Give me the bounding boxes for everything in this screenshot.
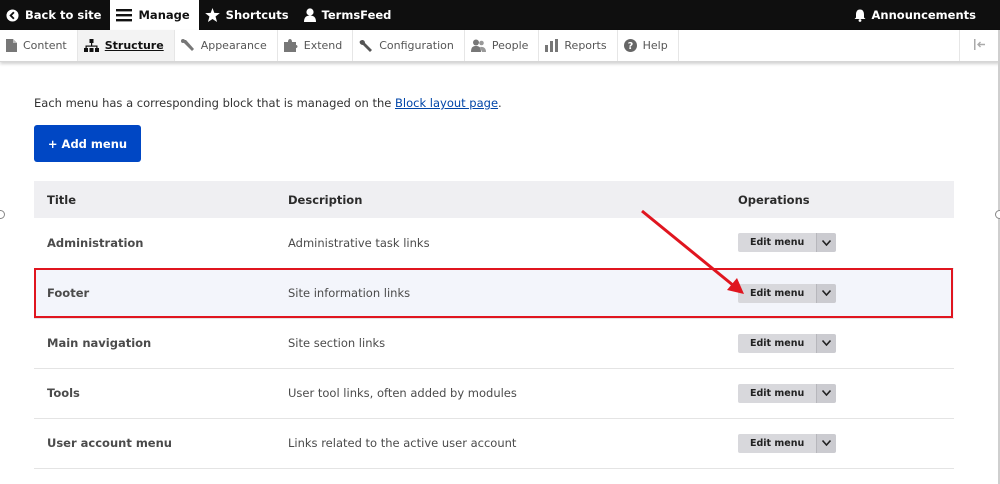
column-header-title: Title	[47, 192, 77, 207]
manage-tab[interactable]: Manage	[110, 0, 199, 30]
shortcuts-label: Shortcuts	[225, 8, 289, 22]
table-row: Administration Administrative task links…	[34, 218, 954, 269]
manage-label: Manage	[138, 8, 190, 22]
intro-text-end: .	[498, 96, 502, 110]
operations-toggle[interactable]	[816, 433, 837, 453]
file-icon	[6, 39, 17, 52]
menu-title: User account menu	[34, 418, 288, 469]
operations-cell: Edit menu	[738, 318, 954, 369]
operations-dropbutton: Edit menu	[738, 383, 837, 403]
tray-item-structure[interactable]: Structure	[77, 30, 175, 61]
wrench-icon	[359, 39, 373, 53]
menus-table: Title Description Operations Administrat…	[34, 181, 954, 469]
menu-title: Footer	[34, 268, 288, 319]
operations-cell: Edit menu	[738, 218, 954, 269]
collapse-tray-toggle[interactable]	[959, 30, 1000, 61]
menu-title: Tools	[34, 368, 288, 419]
table-row: Footer Site information links Edit menu	[34, 268, 954, 319]
menu-description: Administrative task links	[288, 218, 738, 269]
tray-item-label: Appearance	[200, 39, 267, 52]
tray-item-label: Extend	[303, 39, 343, 52]
resize-handle-right[interactable]	[995, 210, 1000, 219]
operations-toggle[interactable]	[816, 233, 837, 253]
operations-toggle[interactable]	[816, 333, 837, 353]
shortcuts-tab[interactable]: Shortcuts	[199, 0, 298, 30]
operations-cell: Edit menu	[738, 268, 954, 319]
announcements-tab[interactable]: Announcements	[848, 0, 1000, 30]
table-header-row: Title Description Operations	[34, 181, 954, 218]
user-icon	[303, 8, 316, 22]
tray-item-reports[interactable]: Reports	[539, 30, 618, 61]
block-layout-link[interactable]: Block layout page	[395, 96, 498, 110]
menu-title: Main navigation	[34, 318, 288, 369]
chevron-down-icon	[822, 440, 832, 446]
user-label: TermsFeed	[321, 8, 392, 22]
tray-item-extend[interactable]: Extend	[278, 30, 354, 61]
tray-item-content[interactable]: Content	[0, 30, 78, 61]
edit-menu-button[interactable]: Edit menu	[738, 283, 817, 303]
resize-handle-left[interactable]	[0, 210, 5, 219]
back-to-site-link[interactable]: Back to site	[0, 0, 110, 30]
chevron-down-icon	[822, 239, 832, 246]
operations-dropbutton: Edit menu	[738, 333, 837, 353]
bar-chart-icon	[545, 39, 559, 52]
tray-item-label: Content	[23, 39, 67, 52]
column-header-description: Description	[288, 192, 363, 207]
tray-item-configuration[interactable]: Configuration	[353, 30, 465, 61]
table-row: Tools User tool links, often added by mo…	[34, 368, 954, 419]
tray-item-appearance[interactable]: Appearance	[175, 30, 278, 61]
intro-text: Each menu has a corresponding block that…	[34, 96, 502, 110]
column-header-operations: Operations	[738, 192, 810, 207]
hamburger-icon	[116, 8, 133, 22]
chevron-down-icon	[822, 290, 832, 296]
help-icon: ?	[623, 39, 637, 52]
edit-menu-button[interactable]: Edit menu	[738, 433, 817, 453]
operations-cell: Edit menu	[738, 368, 954, 419]
operations-dropbutton: Edit menu	[738, 233, 837, 253]
menu-title: Administration	[34, 218, 288, 269]
chevron-down-icon	[822, 340, 832, 346]
menu-description: User tool links, often added by modules	[288, 368, 738, 419]
edit-menu-button[interactable]: Edit menu	[738, 383, 817, 403]
operations-toggle[interactable]	[816, 383, 837, 403]
tray-item-people[interactable]: People	[465, 30, 540, 61]
edit-menu-button[interactable]: Edit menu	[738, 333, 817, 353]
intro-text-body: Each menu has a corresponding block that…	[34, 96, 392, 110]
tray-item-label: Structure	[104, 39, 164, 52]
tray-item-label: Configuration	[379, 39, 454, 52]
people-icon	[470, 39, 486, 52]
operations-dropbutton: Edit menu	[738, 283, 837, 303]
operations-toggle[interactable]	[816, 283, 837, 303]
chevron-down-icon	[822, 390, 832, 396]
operations-cell: Edit menu	[738, 418, 954, 469]
edit-menu-button[interactable]: Edit menu	[738, 233, 817, 253]
announcements-label: Announcements	[871, 8, 976, 22]
puzzle-icon	[283, 39, 298, 52]
menu-description: Links related to the active user account	[288, 418, 738, 469]
admin-tray: Content Structure Appearance Extend Conf…	[0, 30, 1000, 62]
star-icon	[204, 8, 220, 22]
back-arrow-icon	[6, 8, 19, 22]
tray-item-help[interactable]: ? Help	[618, 30, 679, 61]
collapse-icon	[974, 38, 986, 53]
bell-icon	[854, 9, 866, 22]
tray-item-label: People	[491, 39, 529, 52]
structure-icon	[83, 39, 99, 52]
table-row: User account menu Links related to the a…	[34, 418, 954, 469]
operations-dropbutton: Edit menu	[738, 433, 837, 453]
tray-item-label: Reports	[564, 39, 607, 52]
back-to-site-label: Back to site	[25, 8, 102, 22]
brush-icon	[180, 39, 195, 52]
user-tab[interactable]: TermsFeed	[298, 0, 401, 30]
admin-toolbar: Back to site Manage Shortcuts TermsFeed …	[0, 0, 1000, 30]
add-menu-button[interactable]: + Add menu	[34, 125, 141, 162]
menu-description: Site section links	[288, 318, 738, 369]
tray-item-label: Help	[642, 39, 668, 52]
menu-description: Site information links	[288, 268, 738, 319]
table-row: Main navigation Site section links Edit …	[34, 318, 954, 369]
svg-text:?: ?	[627, 41, 633, 52]
